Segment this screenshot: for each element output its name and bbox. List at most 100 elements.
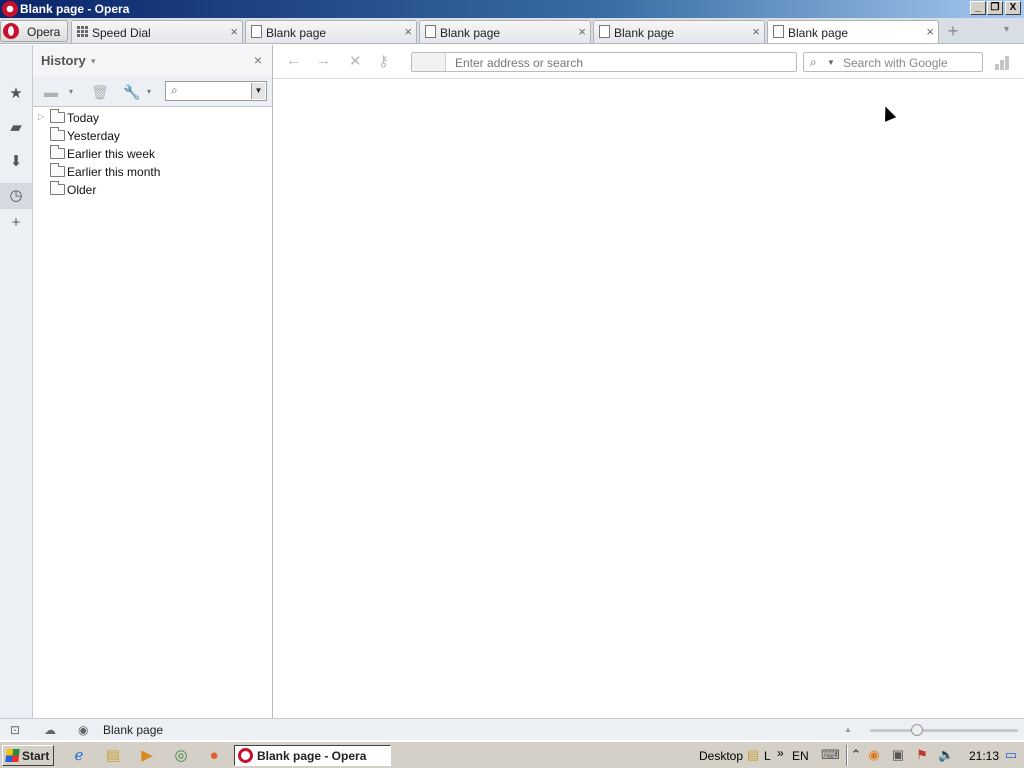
file-explorer-icon[interactable]: ▤ — [104, 747, 122, 765]
tab-blank-page-1[interactable]: Blank page × — [245, 20, 417, 43]
tab-close-icon[interactable]: × — [926, 24, 934, 39]
show-desktop-icon[interactable]: ▭ — [1003, 747, 1019, 763]
chrome-icon[interactable]: ◎ — [172, 747, 190, 765]
firefox-icon[interactable]: ● — [205, 747, 223, 765]
search-field[interactable]: ⌕ ▼ Search with Google — [803, 52, 983, 72]
wrench-icon[interactable]: 🔧 — [123, 84, 140, 101]
opera-logo-icon — [3, 23, 19, 39]
history-folder-older[interactable]: Older — [33, 181, 263, 199]
folder-icon — [50, 145, 65, 159]
history-toolbar: ▬ ▾ 🗑 🔧 ▾ ⌕ ▼ — [33, 77, 272, 107]
volume-icon[interactable]: 🔈 — [938, 747, 954, 763]
chevron-down-icon[interactable]: ▾ — [147, 87, 151, 96]
opera-logo-icon — [2, 1, 18, 17]
turbo-signal-icon[interactable] — [995, 54, 1013, 70]
history-panel: History ▾ × ▬ ▾ 🗑 🔧 ▾ ⌕ ▼ ▷ Today Yester… — [33, 45, 273, 718]
tab-close-icon[interactable]: × — [752, 24, 760, 39]
history-folder-earlier-this-month[interactable]: Earlier this month — [33, 163, 263, 181]
downloads-icon[interactable]: ⬇ — [0, 149, 32, 175]
internet-explorer-icon[interactable]: ℯ — [70, 747, 88, 765]
os-taskbar: Start ℯ ▤ ▶ ◎ ● Blank page - Opera Deskt… — [0, 741, 1024, 768]
tab-label: Blank page — [788, 26, 849, 40]
site-info-badge[interactable] — [412, 53, 446, 71]
opera-menu-button[interactable]: Opera — [0, 20, 68, 42]
new-folder-icon[interactable]: ▬ — [44, 84, 58, 100]
truncated-toolbar-label[interactable]: L — [764, 749, 771, 763]
tab-menu-chevron-icon[interactable]: ▾ — [1004, 24, 1009, 35]
close-window-button[interactable]: X — [1005, 1, 1021, 15]
notes-icon[interactable]: ▰ — [0, 115, 32, 141]
tab-strip: Opera Speed Dial × Blank page × Blank pa… — [0, 18, 1024, 44]
desktop-toolbar-label[interactable]: Desktop — [699, 749, 743, 763]
clock[interactable]: 21:13 — [969, 749, 999, 763]
update-icon[interactable]: ◉ — [866, 747, 882, 763]
toolbar-chevron-icon[interactable]: » — [777, 746, 784, 760]
page-content[interactable] — [273, 80, 1024, 718]
new-tab-button[interactable]: + — [944, 22, 962, 41]
media-player-icon[interactable]: ▶ — [138, 747, 156, 765]
bookmarks-star-icon[interactable]: ★ — [0, 81, 32, 107]
windows-flag-icon — [5, 749, 20, 762]
folder-icon — [50, 109, 65, 123]
start-button[interactable]: Start — [2, 745, 54, 766]
tab-blank-page-3[interactable]: Blank page × — [593, 20, 765, 43]
password-key-icon[interactable]: ⚷ — [378, 52, 389, 70]
tab-speed-dial[interactable]: Speed Dial × — [71, 20, 243, 43]
zoom-menu-icon[interactable]: ▲ — [844, 725, 852, 734]
add-panel-icon[interactable]: + — [0, 210, 32, 236]
unite-cloud-icon[interactable]: ☁ — [44, 723, 56, 737]
search-icon: ⌕ — [171, 83, 178, 97]
address-bar[interactable]: Enter address or search — [411, 52, 797, 72]
opera-logo-icon — [238, 748, 253, 763]
taskbar-item-opera[interactable]: Blank page - Opera — [234, 745, 391, 766]
restore-button[interactable]: ❐ — [987, 1, 1003, 15]
folder-icon — [50, 163, 65, 177]
tab-label: Blank page — [614, 26, 675, 40]
folder-icon — [50, 127, 65, 141]
tab-close-icon[interactable]: × — [230, 24, 238, 39]
show-hidden-icons-icon[interactable]: ⌃ — [848, 747, 864, 763]
security-alert-icon[interactable]: ⚑ — [914, 747, 930, 763]
close-panel-icon[interactable]: × — [254, 52, 262, 68]
folder-label: Older — [67, 183, 97, 197]
panel-selector-bar: ★ ▰ ⬇ ◷ + — [0, 45, 33, 718]
chevron-down-icon[interactable]: ▾ — [91, 56, 96, 67]
back-arrow-icon[interactable]: ← — [286, 52, 301, 69]
tab-close-icon[interactable]: × — [404, 24, 412, 39]
zoom-slider[interactable] — [870, 724, 1018, 736]
turbo-gauge-icon[interactable]: ◉ — [78, 723, 88, 737]
tab-blank-page-4[interactable]: Blank page × — [767, 20, 939, 43]
mouse-pointer-icon — [879, 104, 897, 122]
network-icon[interactable]: ▣ — [890, 747, 906, 763]
history-folder-today[interactable]: ▷ Today — [33, 109, 263, 127]
history-panel-title[interactable]: History — [41, 53, 86, 68]
history-search-input[interactable]: ⌕ ▼ — [165, 81, 267, 101]
page-icon — [599, 25, 610, 38]
page-icon — [425, 25, 436, 38]
address-placeholder: Enter address or search — [455, 56, 584, 70]
language-indicator[interactable]: EN — [792, 749, 809, 763]
folder-label: Earlier this month — [67, 165, 161, 179]
history-folder-yesterday[interactable]: Yesterday — [33, 127, 263, 145]
forward-arrow-icon[interactable]: → — [316, 52, 331, 69]
history-clock-icon[interactable]: ◷ — [0, 183, 32, 209]
chevron-down-icon[interactable]: ▾ — [69, 87, 73, 96]
history-folder-earlier-this-week[interactable]: Earlier this week — [33, 145, 263, 163]
tab-label: Speed Dial — [92, 26, 151, 40]
tab-close-icon[interactable]: × — [578, 24, 586, 39]
keyboard-icon[interactable]: ⌨ — [821, 747, 840, 763]
stop-icon[interactable]: ✕ — [349, 52, 362, 70]
folder-label: Yesterday — [67, 129, 120, 143]
dropdown-arrow-icon[interactable]: ▼ — [251, 83, 265, 99]
trash-icon[interactable]: 🗑 — [91, 84, 109, 101]
folder-label: Earlier this week — [67, 147, 156, 161]
expand-arrow-icon[interactable]: ▷ — [38, 112, 44, 121]
tab-blank-page-2[interactable]: Blank page × — [419, 20, 591, 43]
panel-toggle-icon[interactable]: ⊡ — [10, 723, 20, 737]
zoom-slider-handle[interactable] — [910, 724, 923, 736]
status-text: Blank page — [103, 723, 164, 737]
chevron-down-icon[interactable]: ▼ — [827, 58, 835, 67]
folder-icon[interactable]: ▤ — [745, 747, 761, 763]
search-placeholder: Search with Google — [843, 56, 948, 70]
minimize-button[interactable]: _ — [970, 1, 986, 15]
